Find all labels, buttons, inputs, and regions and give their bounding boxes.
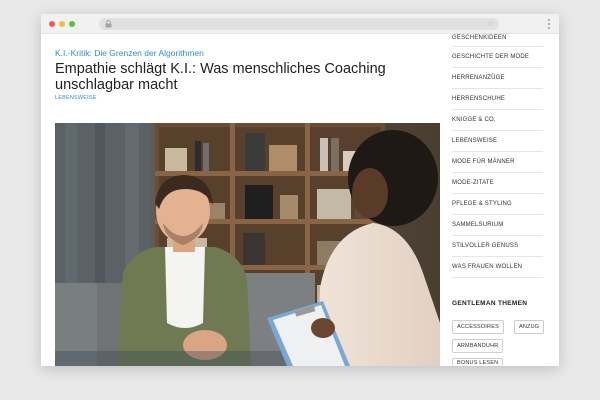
- sidebar-item-knigge[interactable]: KNIGGE & CO.: [452, 110, 543, 131]
- sidebar-item-geschenkideen[interactable]: GESCHENKIDEEN: [452, 34, 543, 47]
- gentleman-themen-heading: GENTLEMAN THEMEN: [452, 300, 528, 307]
- sidebar-item-herrenanzuege[interactable]: HERRENANZÜGE: [452, 68, 543, 89]
- sidebar-item-pflege-styling[interactable]: PFLEGE & STYLING: [452, 194, 543, 215]
- sidebar-item-geschichte-der-mode[interactable]: GESCHICHTE DER MODE: [452, 47, 543, 68]
- tag-anzug[interactable]: ANZUG: [514, 320, 545, 334]
- lock-icon: [105, 20, 113, 28]
- browser-window: ☆ K.I.-Kritik: Die Grenzen der Algorithm…: [41, 14, 559, 366]
- maximize-window-button[interactable]: [69, 21, 75, 27]
- bookmark-star-icon[interactable]: ☆: [487, 19, 494, 29]
- sidebar-item-sammelsurium[interactable]: SAMMELSURIUM: [452, 215, 543, 236]
- minimize-window-button[interactable]: [59, 21, 65, 27]
- sidebar-item-was-frauen-wollen[interactable]: WAS FRAUEN WOLLEN: [452, 257, 543, 278]
- article-hero-image[interactable]: [55, 123, 440, 366]
- sidebar-item-stilvoller-genuss[interactable]: STILVOLLER GENUSS: [452, 236, 543, 257]
- article-category-link[interactable]: K.I.-Kritik: Die Grenzen der Algorithmen: [55, 48, 204, 58]
- tag-armbanduhr[interactable]: ARMBANDUHR: [452, 339, 504, 353]
- browser-menu-icon[interactable]: [547, 18, 551, 30]
- sidebar-item-lebensweise[interactable]: LEBENSWEISE: [452, 131, 543, 152]
- close-window-button[interactable]: [49, 21, 55, 27]
- tag-bonus-lesen[interactable]: BONUS LESEN: [452, 358, 504, 366]
- article-title[interactable]: Empathie schlägt K.I.: Was menschliches …: [55, 61, 435, 93]
- page-content: K.I.-Kritik: Die Grenzen der Algorithmen…: [41, 34, 559, 366]
- article-tag-link[interactable]: LEBENSWEISE: [55, 95, 97, 101]
- category-sidebar: GESCHENKIDEEN GESCHICHTE DER MODE HERREN…: [452, 34, 543, 278]
- sidebar-item-mode-fuer-maenner[interactable]: MODE FÜR MÄNNER: [452, 152, 543, 173]
- sidebar-item-mode-zitate[interactable]: MODE-ZITATE: [452, 173, 543, 194]
- sidebar-item-herrenschuhe[interactable]: HERRENSCHUHE: [452, 89, 543, 110]
- address-bar[interactable]: ☆: [99, 18, 499, 30]
- coaching-session-illustration: [55, 123, 440, 366]
- tag-accessoires[interactable]: ACCESSOIRES: [452, 320, 504, 334]
- browser-toolbar: ☆: [41, 14, 559, 34]
